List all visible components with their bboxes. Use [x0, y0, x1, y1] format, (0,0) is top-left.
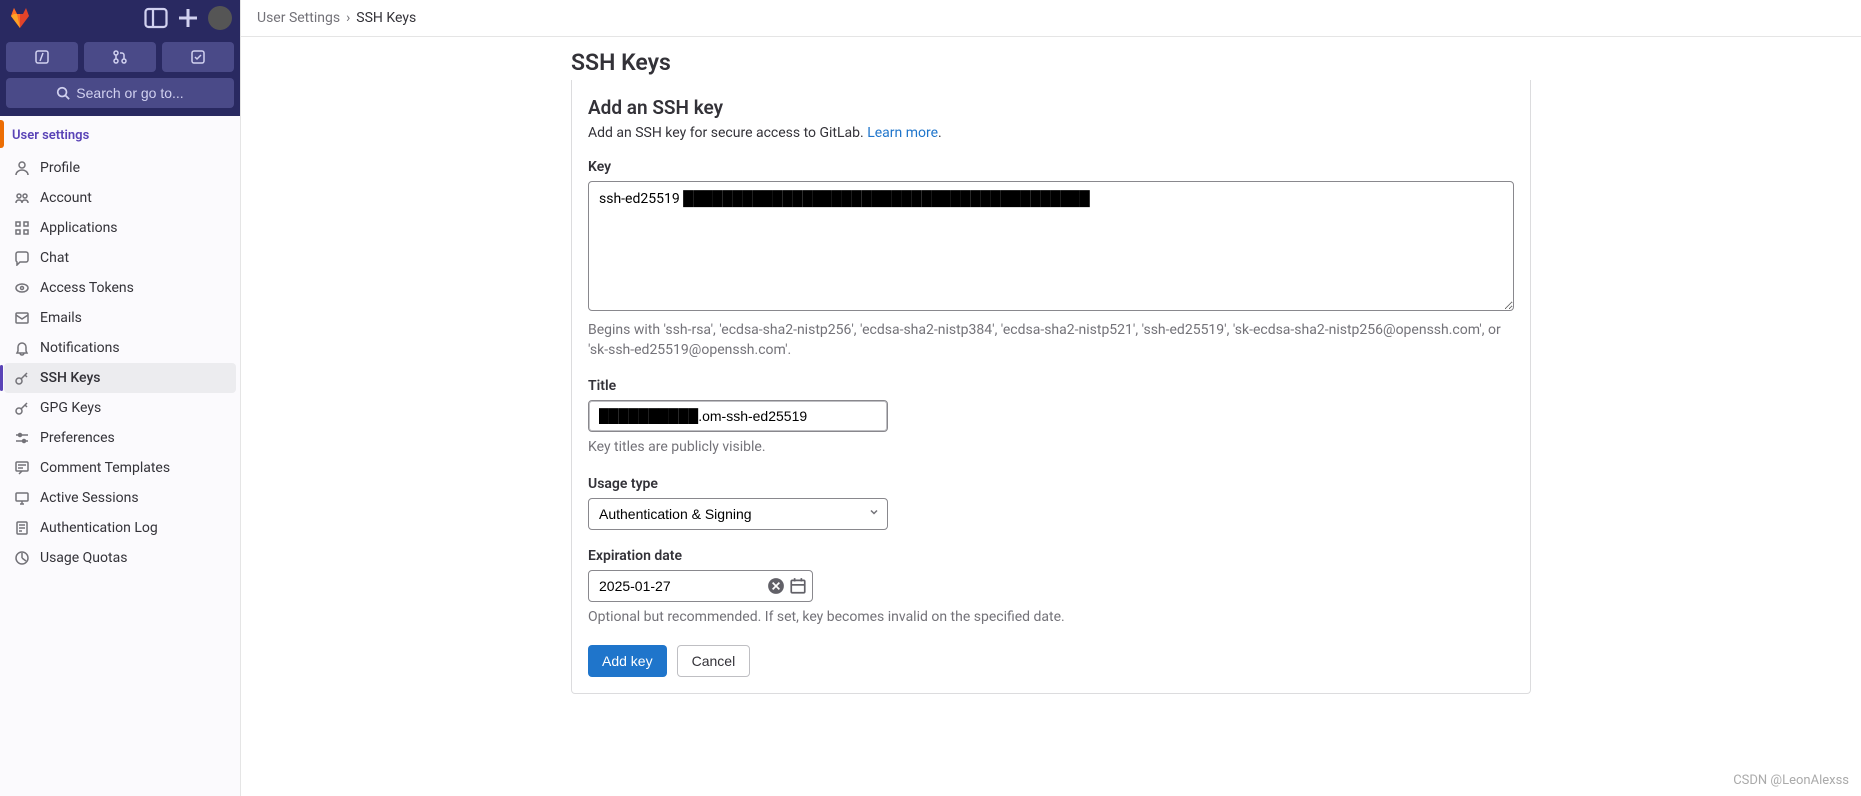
sidebar-item-applications[interactable]: Applications — [4, 213, 236, 243]
breadcrumb: User Settings › SSH Keys — [241, 0, 1861, 37]
key-icon — [14, 370, 30, 386]
sidebar-item-profile[interactable]: Profile — [4, 153, 236, 183]
sidebar: Search or go to... User settings Profile… — [0, 0, 241, 796]
account-icon — [14, 190, 30, 206]
topbar — [0, 0, 240, 36]
todos-button[interactable] — [162, 42, 234, 72]
key-textarea[interactable]: ssh-ed25519 ████████████████████████████… — [588, 181, 1514, 311]
sidebar-item-active-sessions[interactable]: Active Sessions — [4, 483, 236, 513]
page-header: SSH Keys — [241, 37, 1861, 76]
merge-requests-button[interactable] — [84, 42, 156, 72]
expiration-help-text: Optional but recommended. If set, key be… — [588, 608, 1514, 628]
key-help-text: Begins with 'ssh-rsa', 'ecdsa-sha2-nistp… — [588, 321, 1514, 360]
sidebar-item-preferences[interactable]: Preferences — [4, 423, 236, 453]
sidebar-item-ssh-keys[interactable]: SSH Keys — [4, 363, 236, 393]
sessions-icon — [14, 490, 30, 506]
search-label: Search or go to... — [76, 85, 183, 101]
cancel-button[interactable]: Cancel — [677, 645, 751, 677]
watermark-text: CSDN @LeonAlexss — [1733, 773, 1849, 788]
add-ssh-key-panel: Add an SSH key Add an SSH key for secure… — [571, 80, 1531, 694]
expiration-label: Expiration date — [588, 548, 1514, 564]
page-title: SSH Keys — [571, 49, 1845, 76]
panel-description: Add an SSH key for secure access to GitL… — [588, 125, 1514, 141]
sidebar-item-gpg-keys[interactable]: GPG Keys — [4, 393, 236, 423]
key-icon — [14, 400, 30, 416]
chat-icon — [14, 250, 30, 266]
sidebar-item-usage-quotas[interactable]: Usage Quotas — [4, 543, 236, 573]
applications-icon — [14, 220, 30, 236]
section-active-indicator — [0, 120, 4, 148]
search-row: Search or go to... — [0, 78, 240, 116]
token-icon — [14, 280, 30, 296]
user-icon — [14, 160, 30, 176]
quota-icon — [14, 550, 30, 566]
form-buttons: Add key Cancel — [588, 645, 1514, 677]
preferences-icon — [14, 430, 30, 446]
breadcrumb-current: SSH Keys — [356, 10, 416, 26]
calendar-icon[interactable] — [789, 577, 807, 595]
sidebar-toggle-icon[interactable] — [144, 6, 168, 30]
action-buttons-row — [0, 36, 240, 78]
plus-icon[interactable] — [176, 6, 200, 30]
user-avatar[interactable] — [208, 6, 232, 30]
panel-title: Add an SSH key — [588, 96, 1514, 119]
key-label: Key — [588, 159, 1514, 175]
learn-more-link[interactable]: Learn more — [867, 125, 938, 141]
sidebar-item-notifications[interactable]: Notifications — [4, 333, 236, 363]
bell-icon — [14, 340, 30, 356]
usage-type-select[interactable]: Authentication & Signing — [588, 498, 888, 530]
title-input[interactable] — [588, 400, 888, 432]
chevron-right-icon: › — [346, 10, 350, 26]
issues-button[interactable] — [6, 42, 78, 72]
search-button[interactable]: Search or go to... — [6, 78, 234, 108]
log-icon — [14, 520, 30, 536]
add-key-button[interactable]: Add key — [588, 645, 667, 677]
sidebar-item-authentication-log[interactable]: Authentication Log — [4, 513, 236, 543]
gitlab-logo-icon[interactable] — [8, 6, 32, 30]
content-area: Add an SSH key Add an SSH key for secure… — [241, 76, 1861, 714]
usage-type-label: Usage type — [588, 476, 1514, 492]
sidebar-item-chat[interactable]: Chat — [4, 243, 236, 273]
sidebar-item-emails[interactable]: Emails — [4, 303, 236, 333]
sidebar-nav: Profile Account Applications Chat Access… — [0, 149, 240, 577]
sidebar-item-account[interactable]: Account — [4, 183, 236, 213]
clear-date-icon[interactable] — [767, 577, 785, 595]
title-help-text: Key titles are publicly visible. — [588, 438, 1514, 458]
sidebar-item-access-tokens[interactable]: Access Tokens — [4, 273, 236, 303]
comment-icon — [14, 460, 30, 476]
title-label: Title — [588, 378, 1514, 394]
sidebar-section-title: User settings — [0, 116, 240, 149]
breadcrumb-parent[interactable]: User Settings — [257, 10, 340, 26]
main-content: User Settings › SSH Keys SSH Keys Add an… — [241, 0, 1861, 796]
sidebar-item-comment-templates[interactable]: Comment Templates — [4, 453, 236, 483]
email-icon — [14, 310, 30, 326]
